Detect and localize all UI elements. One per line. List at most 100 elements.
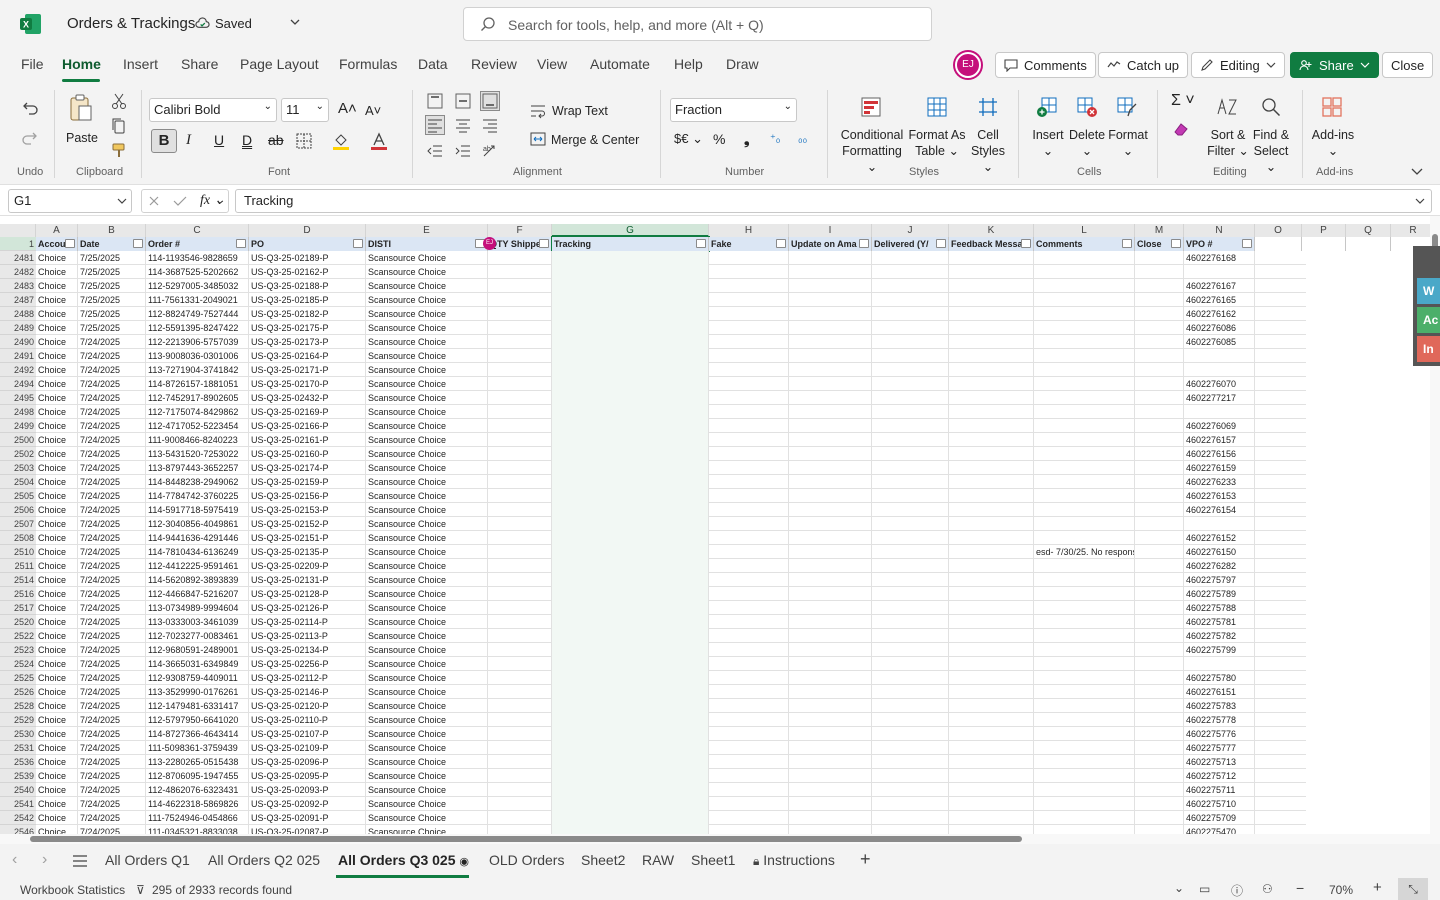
column-header-a[interactable]: A [36, 224, 78, 237]
table-cell[interactable]: 7/24/2025 [78, 433, 146, 447]
row-number[interactable]: 2540 [0, 783, 36, 797]
table-cell[interactable] [1135, 643, 1184, 657]
table-header-cell[interactable]: Feedback Messa [949, 237, 1034, 251]
table-cell[interactable] [709, 797, 789, 811]
table-cell[interactable]: Scansource Choice [366, 741, 488, 755]
table-cell[interactable] [709, 727, 789, 741]
row-number[interactable]: 2524 [0, 657, 36, 671]
table-cell[interactable] [949, 741, 1034, 755]
table-cell[interactable] [488, 699, 552, 713]
cancel-x-icon[interactable] [148, 195, 160, 207]
ribbon-collapse-chevron-icon[interactable] [1410, 164, 1424, 178]
increase-decimal-icon[interactable]: ⁺₀ [770, 131, 780, 147]
table-cell[interactable] [1135, 279, 1184, 293]
table-cell[interactable]: 7/25/2025 [78, 321, 146, 335]
table-cell[interactable] [872, 293, 949, 307]
table-cell[interactable]: Scansource Choice [366, 811, 488, 825]
table-cell[interactable]: Scansource Choice [366, 629, 488, 643]
name-box[interactable]: G1 [8, 189, 132, 213]
table-cell[interactable]: 111-5098361-3759439 [146, 741, 249, 755]
table-cell[interactable] [488, 587, 552, 601]
table-cell[interactable] [552, 363, 709, 377]
table-cell[interactable]: 112-4412225-9591461 [146, 559, 249, 573]
table-cell[interactable]: 114-8727366-4643414 [146, 727, 249, 741]
filter-dropdown-icon[interactable] [65, 239, 75, 248]
undo-icon[interactable] [21, 100, 39, 118]
row-number[interactable]: 2502 [0, 447, 36, 461]
table-cell[interactable] [488, 657, 552, 671]
table-cell[interactable] [488, 797, 552, 811]
table-cell[interactable] [709, 363, 789, 377]
table-cell[interactable] [872, 489, 949, 503]
table-cell[interactable]: 112-5297005-3485032 [146, 279, 249, 293]
table-cell[interactable]: 7/24/2025 [78, 475, 146, 489]
table-cell[interactable] [552, 797, 709, 811]
table-cell[interactable] [709, 419, 789, 433]
table-cell[interactable] [1034, 503, 1135, 517]
table-cell[interactable] [949, 629, 1034, 643]
table-cell[interactable] [552, 713, 709, 727]
table-cell[interactable] [488, 279, 552, 293]
table-cell[interactable] [1034, 405, 1135, 419]
table-cell[interactable] [1034, 685, 1135, 699]
table-cell[interactable]: Choice [36, 713, 78, 727]
table-cell[interactable]: 113-0333003-3461039 [146, 615, 249, 629]
table-cell[interactable]: Scansource Choice [366, 279, 488, 293]
table-cell[interactable] [949, 559, 1034, 573]
table-cell[interactable]: 111-7561331-2049021 [146, 293, 249, 307]
table-cell[interactable]: 4602275711 [1184, 783, 1255, 797]
table-cell[interactable] [552, 629, 709, 643]
table-cell[interactable] [709, 349, 789, 363]
table-cell[interactable]: 114-5620892-3893839 [146, 573, 249, 587]
table-cell[interactable] [552, 587, 709, 601]
table-cell[interactable] [552, 727, 709, 741]
table-cell[interactable]: Scansource Choice [366, 643, 488, 657]
workbook-statistics[interactable]: Workbook Statistics [20, 883, 125, 897]
table-header-cell[interactable]: Accou [36, 237, 78, 251]
table-cell[interactable]: Choice [36, 629, 78, 643]
row-number[interactable]: 2507 [0, 517, 36, 531]
delete-cells-icon[interactable] [1076, 96, 1098, 118]
font-size-select[interactable]: 11 ⌄ [281, 98, 329, 122]
table-cell[interactable] [709, 307, 789, 321]
table-cell[interactable] [488, 769, 552, 783]
table-cell[interactable] [949, 573, 1034, 587]
table-cell[interactable] [1034, 699, 1135, 713]
table-cell[interactable] [709, 433, 789, 447]
fill-color-icon[interactable] [332, 132, 350, 150]
table-cell[interactable]: Scansource Choice [366, 573, 488, 587]
orientation-icon[interactable]: ab [481, 142, 499, 160]
table-cell[interactable] [1135, 825, 1184, 834]
clear-eraser-icon[interactable] [1172, 120, 1190, 138]
row-number[interactable]: 2490 [0, 335, 36, 349]
column-header-o[interactable]: O [1255, 224, 1302, 237]
table-cell[interactable] [488, 251, 552, 265]
table-cell[interactable]: 4602275713 [1184, 755, 1255, 769]
table-cell[interactable] [709, 615, 789, 629]
table-cell[interactable]: Choice [36, 405, 78, 419]
row-number[interactable]: 2511 [0, 559, 36, 573]
table-cell[interactable]: 113-5431520-7253022 [146, 447, 249, 461]
tab-formulas[interactable]: Formulas [339, 56, 397, 72]
table-cell[interactable] [709, 783, 789, 797]
sort-filter-icon[interactable] [1216, 96, 1238, 118]
table-cell[interactable]: 114-7784742-3760225 [146, 489, 249, 503]
table-cell[interactable] [872, 461, 949, 475]
row-number[interactable]: 2499 [0, 419, 36, 433]
table-cell[interactable]: 7/24/2025 [78, 489, 146, 503]
table-cell[interactable]: 114-3665031-6349849 [146, 657, 249, 671]
find-select-icon[interactable] [1260, 96, 1282, 118]
table-cell[interactable] [488, 559, 552, 573]
table-cell[interactable] [552, 447, 709, 461]
bold-button[interactable]: B [151, 129, 177, 153]
insert-function-icon[interactable]: fx ⌄ [200, 192, 225, 209]
table-cell[interactable] [872, 783, 949, 797]
table-cell[interactable]: 7/24/2025 [78, 755, 146, 769]
table-header-cell[interactable]: Tracking [551, 236, 710, 252]
table-cell[interactable]: US-Q3-25-02169-P [249, 405, 366, 419]
table-cell[interactable]: 7/24/2025 [78, 573, 146, 587]
align-top-icon[interactable] [426, 92, 444, 110]
table-cell[interactable]: Scansource Choice [366, 377, 488, 391]
strikethrough-icon[interactable]: ab [268, 132, 284, 148]
table-cell[interactable]: US-Q3-25-02175-P [249, 321, 366, 335]
